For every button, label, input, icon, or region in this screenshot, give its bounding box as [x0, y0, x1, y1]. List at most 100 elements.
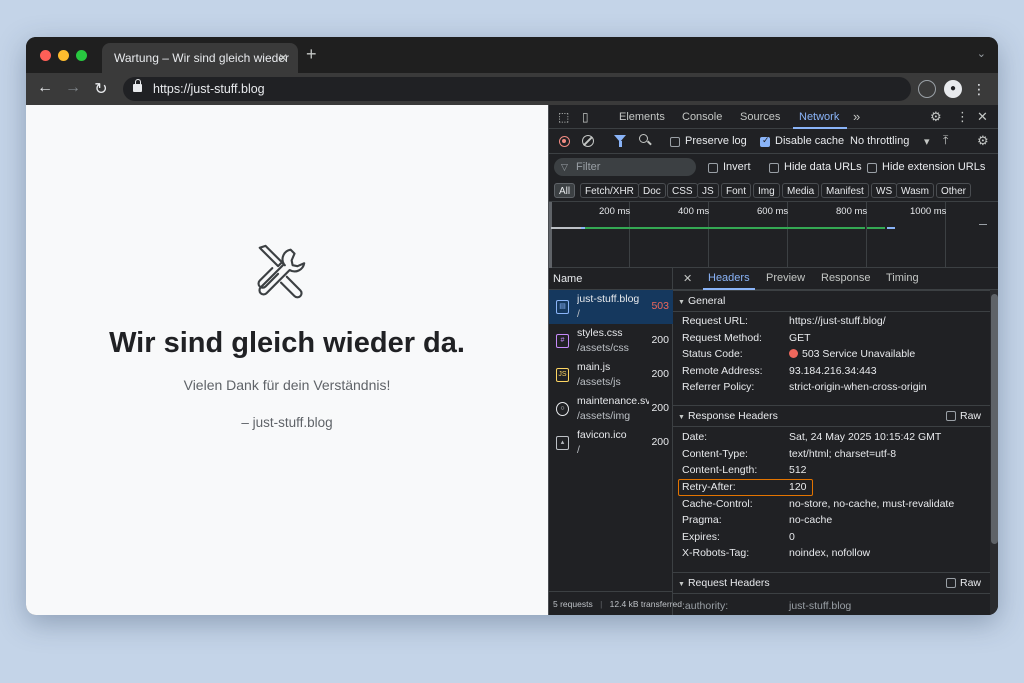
filter-funnel-icon[interactable]	[614, 135, 626, 147]
header-value: 0	[789, 531, 795, 543]
scrollbar-thumb[interactable]	[991, 294, 998, 544]
type-filter-css[interactable]: CSS	[667, 183, 698, 198]
raw-label: Raw	[959, 410, 981, 422]
tab-search-icon[interactable]: ⌄	[977, 47, 986, 60]
tab-close-icon[interactable]: ✕	[278, 43, 288, 73]
header-value: 93.184.216.34:443	[789, 365, 877, 377]
header-row: :authority: just-stuff.blog	[673, 599, 990, 615]
back-arrow-icon[interactable]: ←	[35, 79, 55, 97]
address-bar[interactable]: https://just-stuff.blog	[123, 77, 911, 101]
clear-icon[interactable]	[582, 135, 594, 147]
response-headers-section-header[interactable]: ▼ Response Headers Raw	[673, 405, 990, 427]
type-filter-manifest[interactable]: Manifest	[821, 183, 869, 198]
cast-icon[interactable]	[918, 80, 936, 98]
forward-arrow-icon[interactable]: →	[63, 79, 83, 97]
type-filter-wasm[interactable]: Wasm	[896, 183, 934, 198]
tab-timing[interactable]: Timing	[886, 272, 919, 284]
request-name: just-stuff.blog	[577, 293, 640, 305]
request-name: main.js	[577, 361, 611, 373]
search-icon[interactable]	[639, 134, 648, 143]
hide-extension-urls-checkbox[interactable]	[867, 163, 877, 173]
type-filter-ws[interactable]: WS	[871, 183, 898, 198]
request-row[interactable]: ▴ favicon.ico / 200	[549, 426, 673, 460]
type-filter-font[interactable]: Font	[721, 183, 752, 198]
inspect-element-icon[interactable]: ⬚	[558, 110, 569, 124]
type-filter-img[interactable]: Img	[753, 183, 780, 198]
browser-menu-icon[interactable]: ⋮	[970, 80, 988, 98]
request-row[interactable]: ▤ just-stuff.blog / 503	[549, 290, 673, 324]
preserve-log-checkbox[interactable]	[670, 137, 680, 147]
more-tabs-icon[interactable]: »	[853, 109, 860, 124]
tab-console[interactable]: Console	[682, 111, 722, 123]
close-devtools-icon[interactable]: ✕	[977, 109, 988, 125]
tab-network[interactable]: Network	[799, 111, 839, 123]
request-row[interactable]: JS main.js /assets/js 200	[549, 358, 673, 392]
header-value: 512	[789, 464, 807, 476]
network-toolbar: Preserve log Disable cache No throttling…	[549, 129, 998, 154]
settings-gear-icon[interactable]: ⚙	[930, 109, 942, 125]
import-har-icon[interactable]: ⤒	[943, 133, 948, 148]
name-column-header[interactable]: Name	[549, 268, 673, 290]
close-window-button[interactable]	[40, 50, 51, 61]
request-row[interactable]: # styles.css /assets/css 200	[549, 324, 673, 358]
devtools-menu-icon[interactable]: ⋮	[956, 109, 969, 125]
tab-headers[interactable]: Headers	[708, 272, 750, 284]
request-count: 5 requests	[553, 599, 593, 609]
page-viewport: Wir sind gleich wieder da. Vielen Dank f…	[26, 105, 548, 615]
page-heading: Wir sind gleich wieder da.	[109, 327, 465, 359]
tab-response[interactable]: Response	[821, 272, 871, 284]
status-error-dot-icon	[789, 349, 798, 358]
disable-cache-checkbox[interactable]	[760, 135, 770, 147]
new-tab-button[interactable]: +	[306, 44, 317, 65]
request-headers-section-header[interactable]: ▼ Request Headers Raw	[673, 572, 990, 594]
type-filter-doc[interactable]: Doc	[638, 183, 666, 198]
raw-response-headers-checkbox[interactable]	[946, 411, 956, 421]
header-value: https://just-stuff.blog/	[789, 315, 886, 327]
header-row: Content-Type: text/html; charset=utf-8	[673, 447, 990, 463]
profile-avatar-icon[interactable]: ●	[944, 80, 962, 98]
type-filter-all[interactable]: All	[554, 183, 576, 198]
tab-elements[interactable]: Elements	[619, 111, 665, 123]
throttling-select[interactable]: No throttling	[850, 135, 909, 147]
general-section-header[interactable]: ▼ General	[673, 290, 990, 312]
overview-left-handle[interactable]	[549, 202, 552, 268]
filter-input[interactable]: ▽ Filter	[554, 158, 696, 176]
header-key: Content-Length:	[682, 464, 758, 476]
tab-preview[interactable]: Preview	[766, 272, 805, 284]
tab-sources[interactable]: Sources	[740, 111, 780, 123]
request-status: 200	[651, 368, 669, 380]
type-filter-js[interactable]: JS	[697, 183, 719, 198]
url-text: https://just-stuff.blog	[153, 82, 265, 96]
headers-scrollbar[interactable]	[990, 290, 998, 615]
network-overview-timeline[interactable]: 200 ms 400 ms 600 ms 800 ms 1000 ms	[549, 202, 998, 268]
header-row: X-Robots-Tag: noindex, nofollow	[673, 546, 990, 562]
request-name: maintenance.svg	[577, 395, 649, 407]
hide-data-urls-checkbox[interactable]	[769, 163, 779, 173]
browser-tab[interactable]: Wartung – Wir sind gleich wieder ✕	[102, 43, 298, 73]
request-row[interactable]: ○ maintenance.svg /assets/img 200	[549, 392, 673, 426]
hide-data-urls-label: Hide data URLs	[784, 161, 862, 173]
type-filter-media[interactable]: Media	[782, 183, 820, 198]
hide-extension-urls-label: Hide extension URLs	[882, 161, 986, 173]
minimize-window-button[interactable]	[58, 50, 69, 61]
invert-checkbox[interactable]	[708, 163, 718, 173]
resource-type-filters: All Fetch/XHR Doc CSS JS Font Img Media …	[549, 180, 998, 202]
record-icon[interactable]	[559, 136, 570, 147]
document-icon: ▤	[556, 300, 569, 314]
timeline-label: 1000 ms	[910, 206, 947, 217]
maximize-window-button[interactable]	[76, 50, 87, 61]
reload-icon[interactable]: ↻	[91, 79, 111, 99]
raw-request-headers-checkbox[interactable]	[946, 578, 956, 588]
chevron-down-icon[interactable]: ▾	[924, 135, 930, 148]
close-detail-icon[interactable]: ✕	[683, 272, 692, 285]
image-icon: ▴	[556, 436, 569, 450]
type-filter-other[interactable]: Other	[936, 183, 972, 198]
network-settings-icon[interactable]: ⚙	[977, 133, 989, 149]
stylesheet-icon: #	[556, 334, 569, 348]
type-filter-fetch-xhr[interactable]: Fetch/XHR	[580, 183, 639, 198]
response-headers-title: Response Headers	[687, 410, 778, 422]
device-toolbar-icon[interactable]: ▯	[582, 110, 589, 124]
header-row: Remote Address: 93.184.216.34:443	[673, 364, 990, 380]
header-value: just-stuff.blog	[789, 600, 852, 612]
invert-label: Invert	[723, 161, 751, 173]
